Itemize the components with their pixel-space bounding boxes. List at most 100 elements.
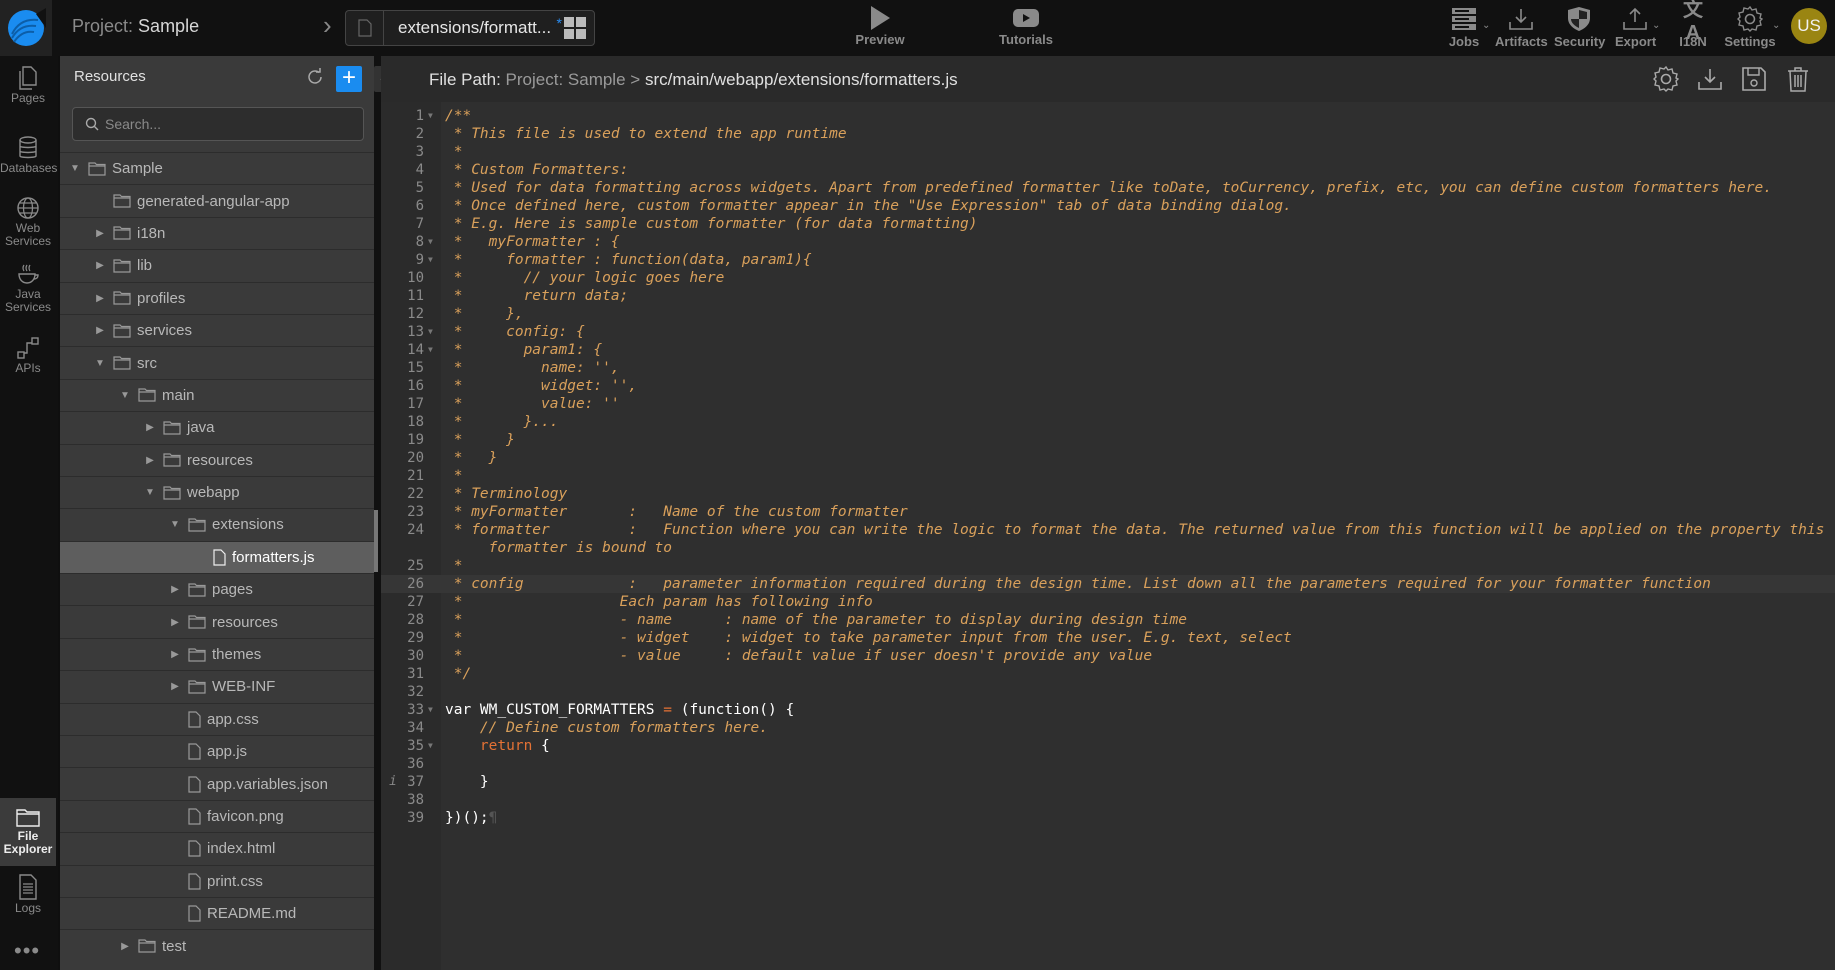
code-line[interactable]: 3 *	[381, 143, 1835, 161]
code-line[interactable]: 28 * - name : name of the parameter to d…	[381, 611, 1835, 629]
rail-item-java-services[interactable]: Java Services	[0, 264, 56, 314]
code-line[interactable]: 16 * widget: '',	[381, 377, 1835, 395]
code-line[interactable]: 10 * // your logic goes here	[381, 269, 1835, 287]
code-line[interactable]: 21 *	[381, 467, 1835, 485]
code-editor[interactable]: 1 ▼/** 2 * This file is used to extend the…	[381, 102, 1835, 970]
code-line[interactable]: 13 ▼ * config: {	[381, 323, 1835, 341]
caret-down-icon[interactable]: ▼	[68, 163, 82, 174]
tree-folder-row[interactable]: ▶ lib	[60, 249, 374, 281]
download-file-button[interactable]	[1695, 64, 1725, 94]
resource-search[interactable]	[72, 107, 364, 141]
code-line[interactable]: 36	[381, 755, 1835, 773]
code-line[interactable]: 38	[381, 791, 1835, 809]
tree-folder-row[interactable]: ▶ WEB-INF	[60, 670, 374, 702]
caret-right-icon[interactable]: ▶	[143, 422, 157, 433]
code-line[interactable]: 2 * This file is used to extend the app …	[381, 125, 1835, 143]
code-line[interactable]: 8 ▼ * myFormatter : {	[381, 233, 1835, 251]
caret-right-icon[interactable]: ▶	[168, 681, 182, 692]
tree-folder-row[interactable]: ▶ profiles	[60, 281, 374, 314]
delete-file-button[interactable]	[1783, 64, 1813, 94]
caret-right-icon[interactable]: ▶	[93, 260, 107, 271]
rail-item-web-services[interactable]: Web Services	[0, 196, 56, 248]
caret-right-icon[interactable]: ▶	[118, 941, 132, 952]
code-line[interactable]: 27 * Each param has following info	[381, 593, 1835, 611]
code-line[interactable]: 7 * E.g. Here is sample custom formatter…	[381, 215, 1835, 233]
caret-down-icon[interactable]: ▼	[93, 358, 107, 369]
code-line[interactable]: 33 ▼ var WM_CUSTOM_FORMATTERS = (function(…	[381, 701, 1835, 719]
tree-folder-row[interactable]: ▶ i18n	[60, 216, 374, 249]
tree-folder-row[interactable]: ▶ pages	[60, 573, 374, 605]
caret-right-icon[interactable]: ▶	[168, 617, 182, 628]
code-line[interactable]: 12 * },	[381, 305, 1835, 323]
tree-folder-row[interactable]: ▶ services	[60, 313, 374, 346]
app-logo[interactable]	[0, 0, 52, 56]
refresh-icon[interactable]	[306, 68, 324, 91]
tree-file-row[interactable]: app.variables.json	[60, 767, 374, 799]
code-line[interactable]: 22 * Terminology	[381, 485, 1835, 503]
grid-view-icon[interactable]	[564, 17, 586, 39]
code-line[interactable]: 24 * formatter : Function where you can …	[381, 521, 1835, 557]
code-line[interactable]: 11 * return data;	[381, 287, 1835, 305]
tree-folder-row[interactable]: ▼ src	[60, 346, 374, 378]
tree-folder-row[interactable]: generated-angular-app	[60, 184, 374, 216]
jobs-chevron-down-icon[interactable]: ⌄	[1482, 20, 1490, 31]
i18n-button[interactable]: 文A I18N	[1676, 0, 1710, 49]
security-button[interactable]: Security	[1554, 4, 1605, 49]
fold-toggle-icon[interactable]: ▼	[428, 107, 433, 125]
caret-down-icon[interactable]: ▼	[168, 519, 182, 530]
project-name[interactable]: Project: Sample	[72, 16, 199, 37]
caret-right-icon[interactable]: ▶	[93, 325, 107, 336]
caret-right-icon[interactable]: ▶	[93, 293, 107, 304]
export-chevron-down-icon[interactable]: ⌄	[1652, 20, 1660, 31]
code-line[interactable]: 32	[381, 683, 1835, 701]
preview-button[interactable]: Preview	[852, 4, 908, 47]
caret-right-icon[interactable]: ▶	[168, 584, 182, 595]
tree-folder-row[interactable]: ▶ resources	[60, 605, 374, 637]
caret-right-icon[interactable]: ▶	[143, 455, 157, 466]
rail-item-file-explorer[interactable]: File Explorer	[0, 798, 56, 866]
add-resource-button[interactable]: +	[336, 66, 362, 92]
tree-folder-row[interactable]: ▶ test	[60, 929, 374, 961]
caret-down-icon[interactable]: ▼	[143, 487, 157, 498]
fold-toggle-icon[interactable]: ▼	[428, 233, 433, 251]
code-line[interactable]: 9 ▼ * formatter : function(data, param1){	[381, 251, 1835, 269]
code-line[interactable]: 4 * Custom Formatters:	[381, 161, 1835, 179]
artifacts-button[interactable]: Artifacts	[1495, 4, 1548, 49]
code-line[interactable]: 23 * myFormatter : Name of the custom fo…	[381, 503, 1835, 521]
tree-folder-row[interactable]: ▼ main	[60, 378, 374, 411]
info-annotation-icon[interactable]: i	[389, 773, 397, 791]
code-line[interactable]: 18 * }...	[381, 413, 1835, 431]
tree-folder-row[interactable]: ▼ Sample	[60, 152, 374, 184]
fold-toggle-icon[interactable]: ▼	[428, 251, 433, 269]
tutorials-button[interactable]: Tutorials	[995, 4, 1057, 47]
code-line[interactable]: 14 ▼ * param1: {	[381, 341, 1835, 359]
code-content[interactable]: 1 ▼/** 2 * This file is used to extend the…	[381, 107, 1835, 827]
fold-toggle-icon[interactable]: ▼	[428, 737, 433, 755]
code-line[interactable]: 19 * }	[381, 431, 1835, 449]
code-line[interactable]: 34 // Define custom formatters here.	[381, 719, 1835, 737]
tree-file-row[interactable]: README.md	[60, 896, 374, 929]
rail-item-databases[interactable]: Databases	[0, 136, 57, 175]
fold-toggle-icon[interactable]: ▼	[428, 701, 433, 719]
code-line[interactable]: 26 * config : parameter information requ…	[381, 575, 1835, 593]
tree-scrollbar[interactable]	[374, 510, 378, 572]
rail-item-logs[interactable]: Logs	[0, 874, 56, 915]
tree-file-row[interactable]: print.css	[60, 864, 374, 897]
settings-chevron-down-icon[interactable]: ⌄	[1772, 20, 1780, 31]
settings-button[interactable]: Settings	[1724, 4, 1776, 49]
code-line[interactable]: 30 * - value : default value if user doe…	[381, 647, 1835, 665]
caret-right-icon[interactable]: ▶	[93, 228, 107, 239]
more-options-icon[interactable]: •••	[14, 938, 40, 964]
user-avatar[interactable]: US	[1791, 8, 1827, 44]
tree-folder-row[interactable]: ▶ java	[60, 411, 374, 443]
code-line[interactable]: 37 i }	[381, 773, 1835, 791]
code-line[interactable]: 31 */	[381, 665, 1835, 683]
tree-folder-row[interactable]: ▶ resources	[60, 443, 374, 476]
file-settings-button[interactable]	[1651, 64, 1681, 94]
caret-right-icon[interactable]: ▶	[168, 649, 182, 660]
code-line[interactable]: 17 * value: ''	[381, 395, 1835, 413]
open-file-tab[interactable]: extensions/formatt... *	[345, 10, 595, 46]
tree-file-row[interactable]: favicon.png	[60, 799, 374, 832]
export-button[interactable]: Export	[1615, 4, 1656, 49]
rail-item-pages[interactable]: Pages	[0, 66, 56, 105]
